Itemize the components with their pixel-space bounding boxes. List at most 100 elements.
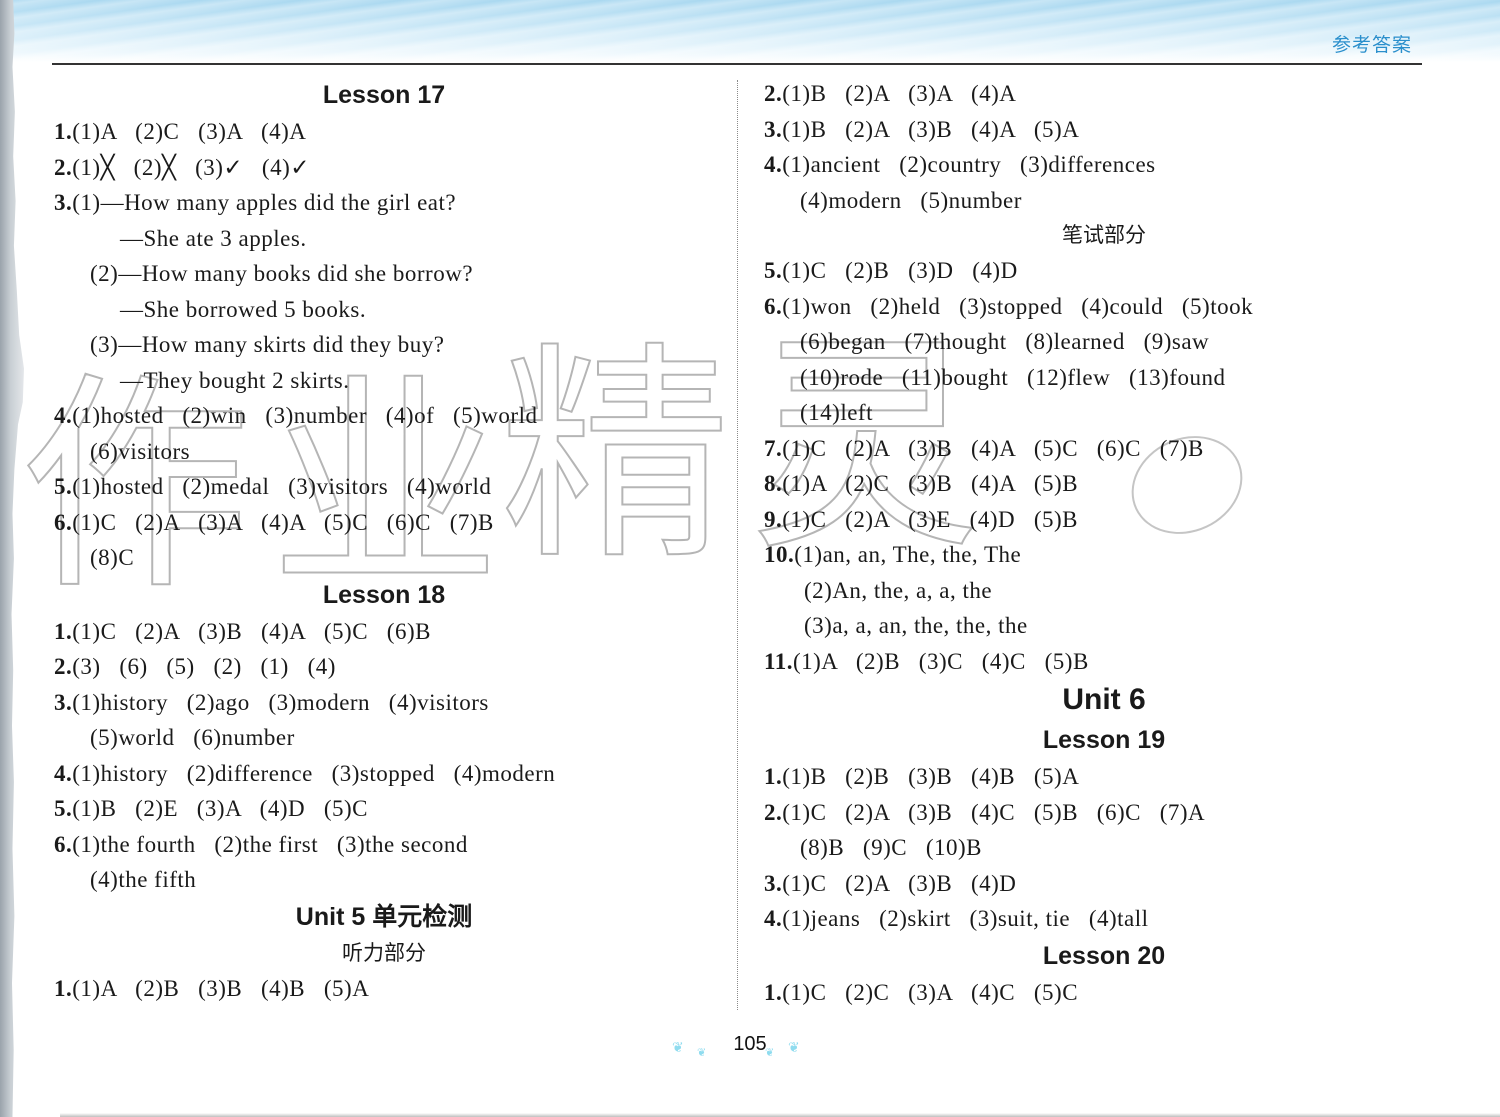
answer-line: 3.(1)history (2)ago (3)modern (4)visitor… [54,685,714,721]
answer-text: (4)modern (5)number [800,187,1022,213]
answer-line: (6)visitors [54,434,714,470]
answer-text: (1)B (2)A (3)A (4)A [782,81,1017,106]
answer-text: (1)B (2)B (3)B (4)B (5)A [782,764,1080,789]
section-subheading: 笔试部分 [1062,223,1146,247]
question-number: 1. [764,979,783,1005]
answer-text: (1)history (2)difference (3)stopped (4)m… [72,760,556,786]
answer-text: (14)left [800,400,873,425]
torn-page-edge [0,0,24,1117]
answer-text: (1)the fourth (2)the first (3)the second [72,831,468,857]
answer-line: 5.(1)C (2)B (3)D (4)D [764,253,1444,289]
answer-line: 2.(3) (6) (5) (2) (1) (4) [54,649,714,685]
answer-text: (1)C (2)B (3)D (4)D [782,258,1018,283]
answer-text: (1)an, an, The, the, The [794,542,1022,567]
answer-line: (6)began (7)thought (8)learned (9)saw [764,324,1444,360]
answer-line: (2)An, the, a, a, the [764,573,1444,609]
answer-line: 2.(1)B (2)A (3)A (4)A [764,76,1444,112]
answer-line: —They bought 2 skirts. [54,363,714,399]
question-number: 2. [54,154,73,180]
left-column: Lesson 17 1.(1)A (2)C (3)A (4)A 2.(1)╳ (2)… [54,76,714,1006]
header-rule [52,63,1422,65]
answer-line: 3.(1)B (2)A (3)B (4)A (5)A [764,112,1444,148]
answer-text: (1)C (2)C (3)A (4)C (5)C [782,979,1079,1005]
question-number: 2. [764,799,783,825]
page-number: 105 [733,1033,767,1055]
answer-line: (14)left [764,395,1444,431]
answer-text: (3) (6) (5) (2) (1) (4) [72,654,336,679]
section-heading: Lesson 20 [1042,941,1166,970]
right-column: 2.(1)B (2)A (3)A (4)A 3.(1)B (2)A (3)B (4… [764,76,1444,1010]
answer-text: (1)C (2)A (3)B (4)C (5)B (6)C (7)A [782,799,1206,825]
answer-text: (1)B (2)E (3)A (4)D (5)C [72,796,369,821]
answer-text: (1)A (2)B (3)C (4)C (5)B [792,648,1089,674]
answer-line: 4.(1)history (2)difference (3)stopped (4… [54,756,714,792]
question-number: 1. [54,975,73,1001]
answer-text: (1)ancient (2)country (3)differences [782,152,1156,177]
question-number: 5. [764,258,783,283]
section-heading: Unit 6 [1062,683,1146,716]
section-subheading: 听力部分 [342,940,426,965]
answer-line: (8)B (9)C (10)B [764,830,1444,866]
answer-text: (1)╳ (2)╳ (3)✓ (4)✓ [72,154,311,180]
question-number: 1. [54,119,73,144]
answer-line: 4.(1)hosted (2)win (3)number (4)of (5)wo… [54,398,714,434]
answer-line: (3)—How many skirts did they buy? [54,327,714,363]
question-number: 7. [764,435,783,461]
answer-text: (1)C (2)A (3)B (4)A (5)C (6)B [72,618,431,644]
answer-line: 1.(1)C (2)A (3)B (4)A (5)C (6)B [54,614,714,650]
answer-text: (2)—How many books did she borrow? [90,261,474,286]
question-number: 4. [54,403,73,428]
answer-text: (10)rode (11)bought (12)flew (13)found [800,364,1226,390]
answer-line: 9.(1)C (2)A (3)E (4)D (5)B [764,502,1444,538]
answer-text: (8)B (9)C (10)B [800,835,982,860]
question-number: 1. [764,764,783,789]
question-number: 4. [764,152,783,177]
answer-line: 5.(1)hosted (2)medal (3)visitors (4)worl… [54,469,714,505]
answer-line: (5)world (6)number [54,720,714,756]
answer-text: (1)A (2)C (3)B (4)A (5)B [782,471,1079,496]
section-heading: Lesson 17 [322,81,446,109]
answer-line: 2.(1)╳ (2)╳ (3)✓ (4)✓ [54,150,714,186]
answer-text: (1)history (2)ago (3)modern (4)visitors [72,689,489,715]
answer-line: —She borrowed 5 books. [54,292,714,328]
question-number: 11. [764,648,793,674]
answer-line: 1.(1)A (2)B (3)B (4)B (5)A [54,971,714,1007]
answer-text: (8)C [90,545,135,570]
answer-text: (6)began (7)thought (8)learned (9)saw [800,329,1210,354]
question-number: 4. [764,906,783,931]
answer-line: (3)a, a, an, the, the, the [764,608,1444,644]
answer-text: (3)—How many skirts did they buy? [90,332,445,357]
answer-line: 3.(1)—How many apples did the girl eat? [54,185,714,221]
question-number: 3. [54,689,73,715]
answer-line: 11.(1)A (2)B (3)C (4)C (5)B [764,644,1444,680]
answer-text: (1)C (2)A (3)A (4)A (5)C (6)C (7)B [72,509,494,535]
question-number: 9. [764,506,783,532]
header-title: 参考答案 [1331,34,1412,56]
question-number: 4. [54,760,73,786]
answer-text: (1)jeans (2)skirt (3)suit, tie (4)tall [782,906,1149,931]
header-band [0,0,1500,62]
section-heading: Lesson 19 [1042,726,1166,754]
answer-text: (1)C (2)A (3)E (4)D (5)B [782,506,1079,532]
answer-text: (1)A (2)C (3)A (4)A [72,119,307,144]
question-number: 5. [54,796,73,821]
answer-text: (1)—How many apples did the girl eat? [72,190,457,215]
answer-line: 6.(1)C (2)A (3)A (4)A (5)C (6)C (7)B [54,505,714,541]
answer-line: 1.(1)B (2)B (3)B (4)B (5)A [764,759,1444,795]
section-heading: Lesson 18 [322,580,446,609]
answer-line: 5.(1)B (2)E (3)A (4)D (5)C [54,791,714,827]
question-number: 3. [764,870,783,896]
answer-text: (1)C (2)A (3)B (4)D [782,870,1017,896]
answer-line: 4.(1)jeans (2)skirt (3)suit, tie (4)tall [764,901,1444,937]
question-number: 2. [54,654,73,679]
question-number: 6. [54,831,73,857]
answer-text: —They bought 2 skirts. [120,367,350,393]
question-number: 1. [54,618,73,644]
answer-line: 7.(1)C (2)A (3)B (4)A (5)C (6)C (7)B [764,431,1444,467]
answer-text: —She ate 3 apples. [120,225,307,251]
answer-line: (8)C [54,540,714,576]
answer-text: (1)hosted (2)medal (3)visitors (4)world [72,474,492,499]
answer-line: 2.(1)C (2)A (3)B (4)C (5)B (6)C (7)A [764,795,1444,831]
answer-line: (10)rode (11)bought (12)flew (13)found [764,360,1444,396]
answer-text: (1)hosted (2)win (3)number (4)of (5)worl… [72,403,538,428]
